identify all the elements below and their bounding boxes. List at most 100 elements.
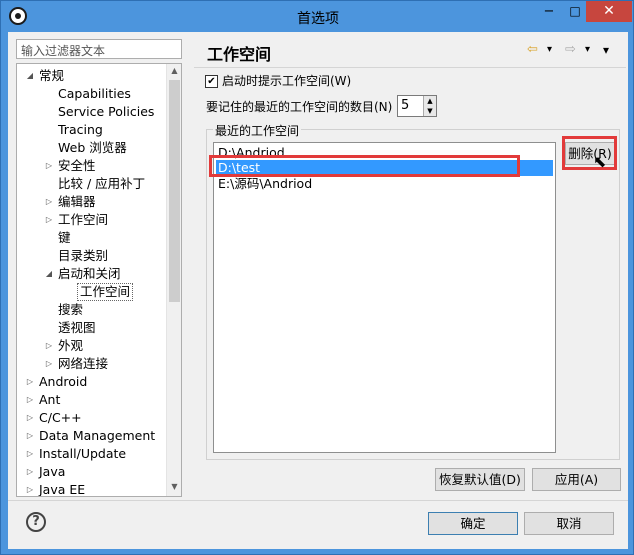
tree-item-label: Tracing — [58, 122, 103, 137]
collapsed-twisty-icon[interactable]: ▷ — [25, 427, 35, 445]
tree-item-label: 键 — [58, 230, 71, 245]
tree-item-label: 透视图 — [58, 320, 96, 335]
collapsed-twisty-icon[interactable]: ▷ — [25, 481, 35, 496]
help-icon[interactable]: ? — [26, 512, 46, 532]
page-title: 工作空间 — [207, 45, 272, 64]
tree-item[interactable]: 搜索 — [17, 301, 167, 319]
recent-workspaces-list[interactable]: D:\Andriod D:\test E:\源码\Andriod — [213, 142, 556, 453]
tree-item-label: Web 浏览器 — [58, 140, 127, 155]
view-menu-icon[interactable]: ▾ — [603, 42, 609, 58]
mouse-cursor-icon: ⬉ — [593, 152, 607, 171]
tree-item[interactable]: Tracing — [17, 121, 167, 139]
tree-item[interactable]: 比较 / 应用补丁 — [17, 175, 167, 193]
tree-scrollbar[interactable]: ▲ ▼ — [166, 64, 181, 496]
tree-item[interactable]: ▷ Java — [17, 463, 167, 481]
tree-item-label: Service Policies — [58, 104, 155, 119]
tree-item[interactable]: ▷ Android — [17, 373, 167, 391]
tree-item-label: 编辑器 — [58, 194, 96, 209]
collapsed-twisty-icon[interactable]: ▷ — [44, 193, 54, 211]
spinner-value[interactable]: 5 — [401, 98, 409, 113]
tree-item-label: 安全性 — [58, 158, 96, 173]
close-button[interactable]: ✕ — [586, 1, 632, 22]
forward-arrow-icon[interactable]: ⇨ — [565, 42, 576, 58]
remember-count-label: 要记住的最近的工作空间的数目(N) — [206, 100, 393, 114]
tree-item[interactable]: ◢ 启动和关闭 — [17, 265, 167, 283]
tree-item-label: Capabilities — [58, 86, 131, 101]
collapsed-twisty-icon[interactable]: ▷ — [44, 355, 54, 373]
tree-item[interactable]: ▷ 工作空间 — [17, 211, 167, 229]
tree-item[interactable]: 透视图 — [17, 319, 167, 337]
tree-item-label: 网络连接 — [58, 356, 109, 371]
tree-item[interactable]: 键 — [17, 229, 167, 247]
restore-defaults-button[interactable]: 恢复默认值(D) — [435, 468, 525, 491]
cancel-button[interactable]: 取消 — [524, 512, 614, 535]
collapsed-twisty-icon[interactable]: ▷ — [25, 391, 35, 409]
remember-count-spinner[interactable]: 5 ▲ ▼ — [397, 95, 437, 117]
title-bar: 首选项 − □ ✕ — [1, 1, 633, 31]
tree-item[interactable]: ▷ 编辑器 — [17, 193, 167, 211]
tree-item-label: 搜索 — [58, 302, 84, 317]
collapsed-twisty-icon[interactable]: ▷ — [25, 463, 35, 481]
tree-item-label: 启动和关闭 — [58, 266, 121, 281]
tree-item-label: 工作空间 — [58, 212, 109, 227]
tree-item[interactable]: Web 浏览器 — [17, 139, 167, 157]
collapsed-twisty-icon[interactable]: ▷ — [44, 157, 54, 175]
tree-item[interactable]: ▷ Ant — [17, 391, 167, 409]
tree-item[interactable]: ▷ Data Management — [17, 427, 167, 445]
tree-item-label: Install/Update — [39, 446, 127, 461]
header-divider — [194, 67, 626, 68]
prompt-workspace-option[interactable]: ✔ 启动时提示工作空间(W) — [205, 73, 351, 89]
scroll-thumb[interactable] — [169, 80, 180, 302]
tree-item[interactable]: ▷ 外观 — [17, 337, 167, 355]
tree-item[interactable]: ▷ Install/Update — [17, 445, 167, 463]
spinner-buttons[interactable]: ▲ ▼ — [423, 96, 436, 116]
back-dropdown-icon[interactable]: ▾ — [547, 42, 552, 58]
tree-item-label: C/C++ — [39, 410, 82, 425]
tree-item-label: 比较 / 应用补丁 — [58, 176, 146, 191]
tree-item[interactable]: ▷ C/C++ — [17, 409, 167, 427]
collapsed-twisty-icon[interactable]: ▷ — [44, 337, 54, 355]
expanded-twisty-icon[interactable]: ◢ — [25, 67, 35, 85]
remove-highlight-annotation — [562, 136, 617, 170]
collapsed-twisty-icon[interactable]: ▷ — [25, 409, 35, 427]
forward-dropdown-icon[interactable]: ▾ — [585, 42, 590, 58]
collapsed-twisty-icon[interactable]: ▷ — [44, 211, 54, 229]
tree-item-label: Java EE — [39, 482, 86, 497]
spin-up-icon[interactable]: ▲ — [424, 96, 436, 106]
tree-item-label: 目录类别 — [58, 248, 109, 263]
expanded-twisty-icon[interactable]: ◢ — [44, 265, 54, 283]
maximize-button[interactable]: □ — [562, 1, 588, 22]
selection-highlight-annotation — [209, 155, 520, 177]
spin-down-icon[interactable]: ▼ — [424, 106, 436, 116]
tree-item[interactable]: Service Policies — [17, 103, 167, 121]
tree-item[interactable]: 目录类别 — [17, 247, 167, 265]
collapsed-twisty-icon[interactable]: ▷ — [25, 445, 35, 463]
tree-item-label: Android — [39, 374, 88, 389]
apply-button[interactable]: 应用(A) — [532, 468, 621, 491]
tree-item-label: Ant — [39, 392, 61, 407]
recent-workspaces-label: 最近的工作空间 — [213, 122, 302, 139]
list-item[interactable]: E:\源码\Andriod — [218, 176, 312, 192]
tree-item[interactable]: Capabilities — [17, 85, 167, 103]
back-arrow-icon[interactable]: ⇦ — [527, 42, 538, 58]
preferences-dialog: 首选项 − □ ✕ 输入过滤器文本 ◢ 常规 Capabilities Service… — [0, 0, 634, 555]
filter-input[interactable]: 输入过滤器文本 — [16, 39, 182, 59]
tree-item-label: 工作空间 — [77, 283, 134, 301]
prompt-checkbox[interactable]: ✔ — [205, 75, 218, 88]
tree-item[interactable]: ▷ 安全性 — [17, 157, 167, 175]
dialog-content: 输入过滤器文本 ◢ 常规 Capabilities Service Policies T… — [8, 32, 628, 549]
ok-button[interactable]: 确定 — [428, 512, 518, 535]
page-nav: ⇦ ▾ ⇨ ▾ ▾ — [527, 42, 617, 58]
minimize-button[interactable]: − — [536, 1, 562, 22]
tree-item[interactable]: ▷ Java EE — [17, 481, 167, 497]
scroll-down-icon[interactable]: ▼ — [167, 482, 181, 491]
tree-item[interactable]: ◢ 常规 — [17, 67, 167, 85]
scroll-up-icon[interactable]: ▲ — [167, 66, 181, 75]
collapsed-twisty-icon[interactable]: ▷ — [25, 373, 35, 391]
tree-item[interactable]: 工作空间 — [17, 283, 167, 301]
tree-item-label: 外观 — [58, 338, 84, 353]
prompt-checkbox-label: 启动时提示工作空间(W) — [222, 74, 352, 88]
tree-item-label: 常规 — [39, 68, 65, 83]
footer-divider — [8, 500, 628, 501]
tree-item[interactable]: ▷ 网络连接 — [17, 355, 167, 373]
